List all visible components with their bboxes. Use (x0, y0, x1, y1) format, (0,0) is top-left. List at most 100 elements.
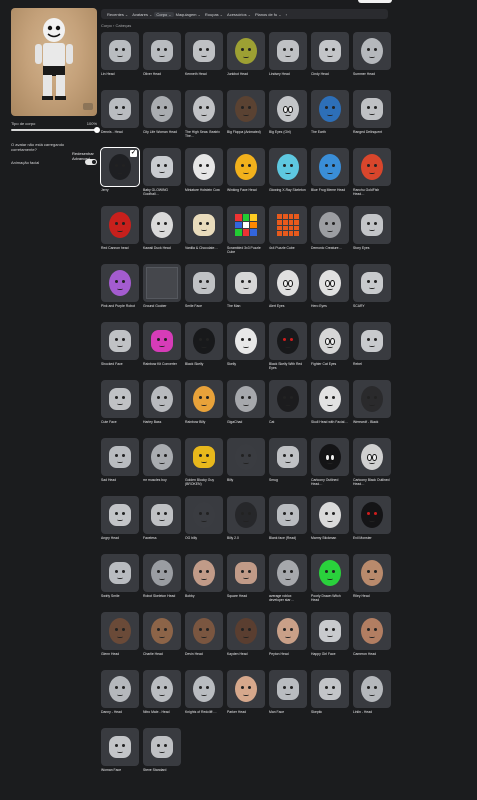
item-thumbnail[interactable] (101, 554, 139, 592)
catalog-item[interactable]: Ranged Delinquent (353, 90, 391, 148)
item-thumbnail[interactable] (353, 554, 391, 592)
catalog-item[interactable]: Alert Eyes (269, 264, 307, 322)
catalog-item[interactable]: SCARY (353, 264, 391, 322)
catalog-item[interactable]: Swirly Smile (101, 554, 139, 612)
catalog-item[interactable]: Parker Head (227, 670, 265, 728)
item-thumbnail[interactable] (185, 670, 223, 708)
catalog-item[interactable]: Big Eyes (Girl) (269, 90, 307, 148)
catalog-item[interactable]: ✓ Jerry (100, 147, 140, 206)
catalog-item[interactable]: Summer Head (353, 32, 391, 90)
item-thumbnail[interactable] (185, 438, 223, 476)
catalog-item[interactable]: Glenn Head (101, 612, 139, 670)
item-thumbnail[interactable] (353, 322, 391, 360)
item-thumbnail[interactable] (311, 380, 349, 418)
item-thumbnail[interactable] (101, 264, 139, 302)
item-thumbnail[interactable] (185, 496, 223, 534)
tab-5[interactable]: Roupas ⌄ (203, 12, 225, 17)
catalog-item[interactable]: The Earth (311, 90, 349, 148)
catalog-item[interactable]: Rebel (353, 322, 391, 380)
catalog-item[interactable]: 4x4 Puzzle Cube (269, 206, 307, 264)
catalog-item[interactable]: Evil Monster (353, 496, 391, 554)
catalog-item[interactable]: Kawaii Duck Head (143, 206, 181, 264)
item-thumbnail[interactable] (269, 90, 307, 128)
item-thumbnail[interactable] (185, 322, 223, 360)
catalog-item[interactable]: GigaChad (227, 380, 265, 438)
item-thumbnail[interactable] (101, 670, 139, 708)
item-thumbnail[interactable] (185, 206, 223, 244)
top-right-button[interactable] (358, 0, 392, 3)
item-thumbnail[interactable] (353, 670, 391, 708)
item-thumbnail[interactable] (227, 496, 265, 534)
catalog-item[interactable]: Black Skelly (185, 322, 223, 380)
item-thumbnail[interactable] (143, 438, 181, 476)
item-thumbnail[interactable] (269, 554, 307, 592)
catalog-item[interactable]: Angry Head (101, 496, 139, 554)
facial-animation-toggle[interactable] (85, 159, 97, 165)
catalog-item[interactable]: Linlin - Head (353, 670, 391, 728)
item-thumbnail[interactable] (269, 380, 307, 418)
item-thumbnail[interactable] (311, 670, 349, 708)
item-thumbnail[interactable] (353, 380, 391, 418)
catalog-item[interactable]: Woman Face (101, 728, 139, 786)
catalog-item[interactable]: Hero Eyes (311, 264, 349, 322)
item-thumbnail[interactable] (143, 322, 181, 360)
catalog-item[interactable]: City Life Woman Head (143, 90, 181, 148)
item-thumbnail[interactable] (311, 32, 349, 70)
catalog-item[interactable]: Faceless (143, 496, 181, 554)
item-thumbnail[interactable] (311, 206, 349, 244)
item-thumbnail[interactable] (185, 380, 223, 418)
catalog-item[interactable]: Kenneth Head (185, 32, 223, 90)
catalog-item[interactable]: The High Seas: Beatrix The… (185, 90, 223, 148)
item-thumbnail[interactable] (311, 554, 349, 592)
item-thumbnail[interactable] (101, 496, 139, 534)
catalog-item[interactable]: Riley Head (353, 554, 391, 612)
catalog-item[interactable]: Harley Bass (143, 380, 181, 438)
item-thumbnail[interactable] (311, 612, 349, 650)
tab-4[interactable]: Maquiagem ⌄ (174, 12, 203, 17)
catalog-item[interactable]: Ranchu GoldFish Head… (353, 148, 391, 206)
item-thumbnail[interactable] (227, 90, 265, 128)
item-thumbnail[interactable] (185, 32, 223, 70)
catalog-item[interactable]: Lin Head (101, 32, 139, 90)
item-thumbnail[interactable] (311, 264, 349, 302)
item-thumbnail[interactable] (353, 206, 391, 244)
catalog-item[interactable]: Skelly (227, 322, 265, 380)
body-type-slider[interactable] (11, 129, 97, 131)
catalog-item[interactable]: Skeptic (311, 670, 349, 728)
catalog-item[interactable]: Vanilla & Chocolate… (185, 206, 223, 264)
catalog-item[interactable]: Charlie Head (143, 612, 181, 670)
catalog-item[interactable]: Knights of Redcliff:… (185, 670, 223, 728)
catalog-item[interactable]: Sad Head (101, 438, 139, 496)
catalog-item[interactable]: Smug (269, 438, 307, 496)
catalog-item[interactable]: Scrambled 3x3 Puzzle Cube (227, 206, 265, 264)
catalog-item[interactable]: average roblox developer star… (269, 554, 307, 612)
catalog-item[interactable]: Dennis - Head (101, 90, 139, 148)
item-thumbnail[interactable] (269, 438, 307, 476)
catalog-item[interactable]: Big Floppa (Animated) (227, 90, 265, 148)
rotate-view-button[interactable] (83, 103, 93, 110)
catalog-item[interactable]: Cameron Head (353, 612, 391, 670)
tab-3[interactable]: Corpo ⌄ (154, 11, 174, 17)
item-thumbnail[interactable] (185, 554, 223, 592)
catalog-item[interactable]: Danny - Head (101, 670, 139, 728)
item-thumbnail[interactable] (269, 612, 307, 650)
item-thumbnail[interactable] (143, 32, 181, 70)
catalog-item[interactable]: Robot Skeleton Head (143, 554, 181, 612)
catalog-item[interactable]: Black Skelly With Red Eyes (269, 322, 307, 380)
item-thumbnail[interactable] (353, 438, 391, 476)
item-thumbnail[interactable] (143, 206, 181, 244)
item-thumbnail[interactable] (101, 438, 139, 476)
item-thumbnail[interactable] (311, 148, 349, 186)
tab-6[interactable]: Acessórios ⌄ (225, 12, 253, 17)
catalog-item[interactable]: Blank face (Read) (269, 496, 307, 554)
tabs-next-arrow-icon[interactable]: › (284, 12, 289, 17)
catalog-item[interactable]: Cat (269, 380, 307, 438)
catalog-item[interactable]: OG billy (185, 496, 223, 554)
catalog-item[interactable]: Ground Goober (143, 264, 181, 322)
item-thumbnail[interactable] (143, 90, 181, 128)
catalog-item[interactable]: Glowing X-Ray Skeleton (269, 148, 307, 206)
item-thumbnail[interactable] (227, 670, 265, 708)
catalog-item[interactable]: The Man (227, 264, 265, 322)
catalog-item[interactable]: Blue Frog Meme Head (311, 148, 349, 206)
item-thumbnail[interactable] (143, 496, 181, 534)
